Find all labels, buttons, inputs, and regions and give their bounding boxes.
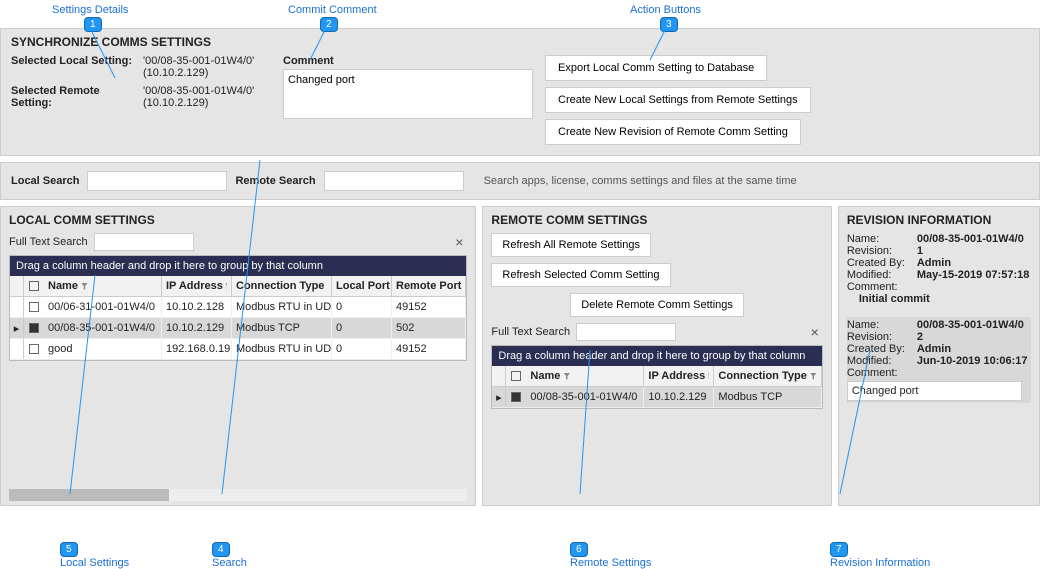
local-grid-header: Name IP Address Connection Type Local Po… [10,276,466,297]
refresh-all-button[interactable]: Refresh All Remote Settings [491,233,651,257]
local-title: LOCAL COMM SETTINGS [9,213,467,227]
export-button[interactable]: Export Local Comm Setting to Database [545,55,767,81]
settings-details: Selected Local Setting: '00/08-35-001-01… [11,55,271,145]
commit-comment: Comment [283,55,533,145]
revision-item[interactable]: Name:00/08-35-001-01W4/0Revision:2Create… [847,317,1031,403]
action-buttons: Export Local Comm Setting to Database Cr… [545,55,1029,145]
revision-info-panel: REVISION INFORMATION Name:00/08-35-001-0… [838,206,1040,506]
col-name[interactable]: Name [44,276,162,296]
col-ip[interactable]: IP Address [644,366,714,386]
callout-3-bubble: 3 [660,17,678,32]
close-icon[interactable]: × [451,234,467,250]
checkbox-icon[interactable] [511,371,521,381]
local-comm-settings-panel: LOCAL COMM SETTINGS Full Text Search × D… [0,206,476,506]
revision-comment-value: Changed port [847,381,1022,401]
local-grid: Drag a column header and drop it here to… [9,255,467,361]
checkbox-icon[interactable] [29,281,39,291]
callout-2-label: Commit Comment [288,4,377,16]
remote-ftsearch-input[interactable] [576,323,676,341]
local-ftsearch-input[interactable] [94,233,194,251]
remote-grid: Drag a column header and drop it here to… [491,345,822,409]
callout-5: 5Local Settings [60,542,129,569]
selected-remote-value: '00/08-35-001-01W4/0' (10.10.2.129) [143,85,271,109]
table-row[interactable]: ▸00/08-35-001-01W4/010.10.2.129Modbus TC… [492,387,821,408]
filter-icon[interactable] [226,283,227,290]
col-ctype[interactable]: Connection Type [714,366,821,386]
remote-search-label: Remote Search [235,175,315,187]
search-bar: Local Search Remote Search Search apps, … [0,162,1040,200]
create-revision-button[interactable]: Create New Revision of Remote Comm Setti… [545,119,801,145]
delete-remote-button[interactable]: Delete Remote Comm Settings [570,293,744,317]
sync-panel: SYNCHRONIZE COMMS SETTINGS Selected Loca… [0,28,1040,156]
refresh-selected-button[interactable]: Refresh Selected Comm Setting [491,263,670,287]
remote-group-hint[interactable]: Drag a column header and drop it here to… [492,346,821,366]
callout-3-label: Action Buttons [630,4,701,16]
checkbox-icon[interactable] [511,392,521,402]
remote-title: REMOTE COMM SETTINGS [491,213,822,227]
remote-ftsearch-label: Full Text Search [491,326,570,338]
checkbox-icon[interactable] [29,344,39,354]
local-group-hint[interactable]: Drag a column header and drop it here to… [10,256,466,276]
selected-remote-label: Selected Remote Setting: [11,85,143,109]
revision-title: REVISION INFORMATION [847,213,1031,227]
selected-local-value: '00/08-35-001-01W4/0' (10.10.2.129) [143,55,271,79]
col-ctype[interactable]: Connection Type [232,276,332,296]
callout-4: 4Search [212,542,247,569]
remote-search-input[interactable] [324,171,464,191]
callout-1-bubble: 1 [84,17,102,32]
create-local-button[interactable]: Create New Local Settings from Remote Se… [545,87,811,113]
callout-7: 7Revision Information [830,542,930,569]
search-hint: Search apps, license, comms settings and… [484,175,797,187]
comment-label: Comment [283,55,533,67]
filter-icon[interactable] [810,373,817,380]
checkbox-icon[interactable] [29,323,39,333]
callout-1-label: Settings Details [52,4,128,16]
filter-icon[interactable] [81,283,88,290]
table-row[interactable]: good192.168.0.19Modbus RTU in UDP049152 [10,339,466,360]
comment-input[interactable] [283,69,533,119]
table-row[interactable]: ▸00/08-35-001-01W4/010.10.2.129Modbus TC… [10,318,466,339]
checkbox-icon[interactable] [29,302,39,312]
col-rport[interactable]: Remote Port [392,276,466,296]
remote-grid-header: Name IP Address Connection Type [492,366,821,387]
selected-local-label: Selected Local Setting: [11,55,143,79]
col-name[interactable]: Name [526,366,644,386]
close-icon[interactable]: × [807,324,823,340]
table-row[interactable]: 00/06-31-001-01W4/010.10.2.128Modbus RTU… [10,297,466,318]
col-ip[interactable]: IP Address [162,276,232,296]
sync-title: SYNCHRONIZE COMMS SETTINGS [11,35,1029,49]
local-ftsearch-label: Full Text Search [9,236,88,248]
revision-item[interactable]: Name:00/08-35-001-01W4/0Revision:1Create… [847,233,1031,305]
callout-2-bubble: 2 [320,17,338,32]
local-search-label: Local Search [11,175,79,187]
filter-icon[interactable] [708,373,709,380]
callout-6: 6Remote Settings [570,542,651,569]
horizontal-scrollbar[interactable] [9,489,467,501]
remote-comm-settings-panel: REMOTE COMM SETTINGS Refresh All Remote … [482,206,831,506]
col-lport[interactable]: Local Port [332,276,392,296]
filter-icon[interactable] [563,373,570,380]
local-search-input[interactable] [87,171,227,191]
